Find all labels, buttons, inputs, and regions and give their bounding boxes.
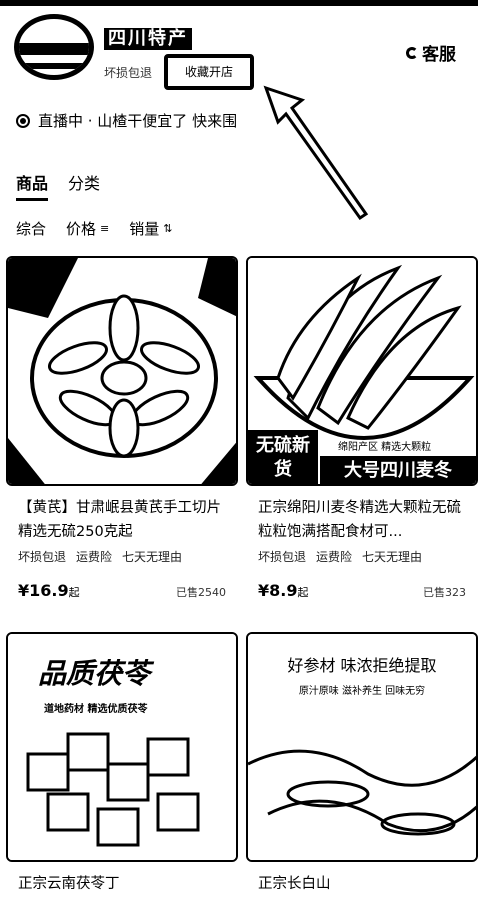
- product-card[interactable]: 【黄芪】甘肃岷县黄芪手工切片精选无硫250克起 坏损包退 运费险 七天无理由 ¥…: [6, 256, 238, 600]
- product-price: ¥16.9起: [18, 581, 80, 600]
- tab-products[interactable]: 商品: [16, 170, 49, 201]
- promo-note: 绵阳产区 精选大颗粒: [338, 442, 432, 453]
- promo-banner: 大号四川麦冬: [320, 456, 476, 484]
- image-caption: 品质茯苓: [38, 657, 151, 690]
- sort-default-label: 综合: [16, 220, 47, 238]
- tag: 七天无理由: [362, 550, 423, 564]
- product-title[interactable]: 正宗长白山: [246, 872, 478, 920]
- promo-badge: 无硫新货: [248, 430, 318, 484]
- product-title[interactable]: 正宗云南茯苓丁: [6, 872, 238, 920]
- product-price: ¥8.9起: [258, 581, 309, 600]
- annotation-arrow: [263, 85, 369, 221]
- product-sold-count: 已售323: [423, 586, 466, 599]
- image-subcaption: 原汁原味 滋补养生 回味无穷: [298, 686, 426, 697]
- product-meta: ¥8.9起 已售323: [246, 581, 478, 600]
- sort-sales[interactable]: 销量 ⇅: [129, 218, 172, 239]
- product-image[interactable]: 无硫新货 绵阳产区 精选大颗粒 大号四川麦冬: [246, 256, 478, 486]
- product-tags: 坏损包退 运费险 七天无理由: [6, 548, 238, 565]
- product-image[interactable]: [6, 256, 238, 486]
- tag: 运费险: [76, 550, 113, 564]
- sort-price-label: 价格: [66, 220, 97, 238]
- product-sold-count: 已售2540: [176, 586, 226, 599]
- sort-price[interactable]: 价格 ≡: [66, 218, 109, 239]
- tag: 七天无理由: [122, 550, 183, 564]
- image-caption: 好参材 味浓拒绝提取: [287, 656, 437, 675]
- service-label: 客服: [422, 45, 456, 65]
- live-icon: [16, 113, 30, 128]
- tag: 坏损包退: [18, 550, 67, 564]
- shop-tag: 坏损包退: [104, 66, 153, 80]
- headset-icon: [406, 46, 418, 59]
- product-image[interactable]: 好参材 味浓拒绝提取 原汁原味 滋补养生 回味无穷: [246, 632, 478, 862]
- live-banner[interactable]: 直播中 · 山楂干便宜了 快来围: [16, 110, 237, 131]
- shop-name: 四川特产: [104, 28, 192, 50]
- product-image[interactable]: 品质茯苓 道地药材 精选优质茯苓: [6, 632, 238, 862]
- shop-header: 四川特产 坏损包退 收藏开店 客服: [0, 6, 478, 106]
- sort-bar: 综合 价格 ≡ 销量 ⇅: [16, 218, 172, 239]
- live-text: 直播中 · 山楂干便宜了 快来围: [38, 112, 238, 130]
- image-subcaption: 道地药材 精选优质茯苓: [44, 704, 148, 715]
- tab-bar: 商品 分类: [16, 170, 100, 201]
- product-tags: 坏损包退 运费险 七天无理由: [246, 548, 478, 565]
- product-card[interactable]: 无硫新货 绵阳产区 精选大颗粒 大号四川麦冬 正宗绵阳川麦冬精选大颗粒无硫粒粒饱…: [246, 256, 478, 600]
- product-card[interactable]: 好参材 味浓拒绝提取 原汁原味 滋补养生 回味无穷 正宗长白山: [246, 632, 478, 920]
- tag: 坏损包退: [258, 550, 307, 564]
- tab-categories[interactable]: 分类: [68, 170, 100, 201]
- sort-default[interactable]: 综合: [16, 218, 46, 239]
- customer-service-button[interactable]: 客服: [406, 40, 456, 65]
- tag: 运费险: [316, 550, 353, 564]
- product-title[interactable]: 【黄芪】甘肃岷县黄芪手工切片精选无硫250克起: [6, 496, 238, 544]
- product-card[interactable]: 品质茯苓 道地药材 精选优质茯苓 正宗云南茯苓丁: [6, 632, 238, 920]
- product-meta: ¥16.9起 已售2540: [6, 581, 238, 600]
- shop-logo[interactable]: [14, 14, 94, 80]
- sort-sales-label: 销量: [129, 220, 160, 238]
- product-title[interactable]: 正宗绵阳川麦冬精选大颗粒无硫粒粒饱满搭配食材可...: [246, 496, 478, 544]
- sort-toggle-icon: ⇅: [163, 222, 173, 235]
- follow-button[interactable]: 收藏开店: [164, 54, 254, 90]
- sort-toggle-icon: ≡: [100, 222, 110, 235]
